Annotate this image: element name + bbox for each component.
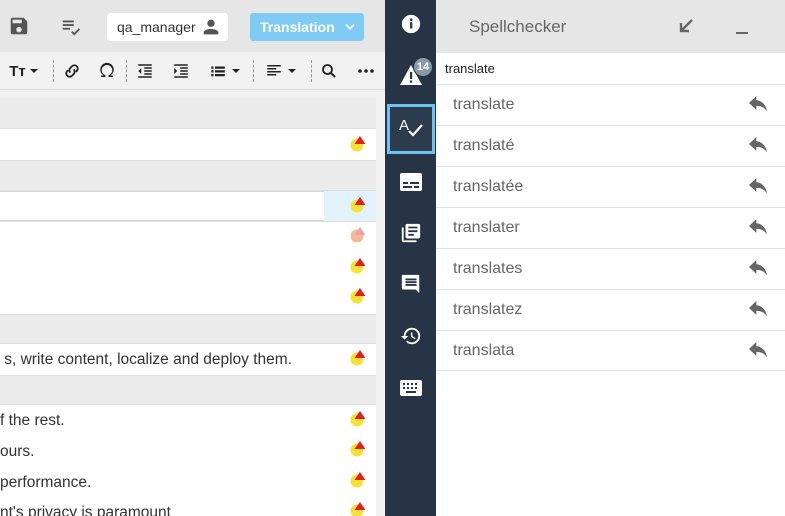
- nav-subtitles[interactable]: [385, 159, 436, 209]
- replace-icon[interactable]: [748, 137, 768, 155]
- format-toolbar: Tт: [0, 52, 385, 90]
- qa-warning-icon[interactable]: [350, 411, 366, 427]
- nav-spellchecker[interactable]: A: [387, 104, 435, 154]
- replace-icon[interactable]: [748, 219, 768, 237]
- toolbar-divider: [253, 60, 254, 82]
- qa-warning-icon[interactable]: [350, 350, 366, 366]
- suggestion-text: translatez: [453, 301, 523, 318]
- replace-icon[interactable]: [748, 178, 768, 196]
- segment-list: s, write content, localize and deploy th…: [0, 98, 376, 516]
- toolbar-divider: [126, 60, 127, 82]
- segment-row-active[interactable]: [0, 191, 376, 222]
- nav-comments[interactable]: [385, 261, 436, 311]
- replace-icon[interactable]: [748, 260, 768, 278]
- editor-pane: qa_manager Translation Tт s, write conte…: [0, 0, 385, 516]
- replace-icon[interactable]: [748, 96, 768, 114]
- qa-warning-icon[interactable]: [350, 136, 366, 152]
- toolbar-divider: [53, 60, 54, 82]
- suggestion-item[interactable]: translate: [436, 84, 785, 125]
- nav-history[interactable]: [385, 313, 436, 363]
- library-icon: [400, 222, 422, 249]
- suggestion-text: translater: [453, 219, 520, 236]
- nav-info[interactable]: [385, 1, 436, 51]
- segment-row[interactable]: f the rest.: [0, 405, 376, 436]
- segment-text: nt's privacy is paramount: [0, 504, 171, 516]
- review-list-icon[interactable]: [57, 13, 85, 39]
- segment-text: f the rest.: [0, 411, 65, 429]
- link-icon[interactable]: [61, 61, 83, 81]
- qa-warning-icon[interactable]: [350, 502, 366, 516]
- suggestion-item[interactable]: translaté: [436, 125, 785, 166]
- dock-arrow-icon[interactable]: [677, 17, 695, 35]
- segment-group-header: [0, 161, 376, 191]
- segment-row[interactable]: [0, 129, 376, 161]
- workflow-mode-label: Translation: [260, 19, 335, 35]
- segment-row[interactable]: s, write content, localize and deploy th…: [0, 344, 376, 376]
- user-menu[interactable]: qa_manager: [107, 13, 228, 41]
- suggestion-item[interactable]: translates: [436, 248, 785, 289]
- suggestion-list: translate translaté translatée translate…: [436, 84, 785, 371]
- suggestion-item[interactable]: translata: [436, 330, 785, 371]
- nav-library[interactable]: [385, 210, 436, 260]
- svg-text:A: A: [399, 117, 409, 134]
- text-format-button[interactable]: Tт: [6, 61, 42, 81]
- panel-title: Spellchecker: [469, 17, 567, 36]
- qa-warning-icon[interactable]: [350, 288, 366, 304]
- segment-group-header: [0, 315, 376, 344]
- segment-group-header: [0, 376, 376, 405]
- username: qa_manager: [117, 19, 196, 35]
- replace-icon[interactable]: [748, 342, 768, 360]
- segment-text: ours.: [0, 442, 35, 460]
- suggestion-item[interactable]: translatée: [436, 166, 785, 207]
- align-button[interactable]: [262, 61, 300, 81]
- comment-icon: [400, 273, 422, 300]
- person-icon: [200, 16, 222, 38]
- toolbar-divider: [311, 60, 312, 82]
- minimize-icon[interactable]: [734, 17, 752, 35]
- qa-count-badge: 14: [413, 57, 433, 77]
- qa-warning-icon[interactable]: [350, 197, 366, 213]
- side-navigation: 14 A: [385, 0, 436, 516]
- suggestion-text: translate: [453, 96, 515, 113]
- workflow-mode-dropdown[interactable]: Translation: [250, 13, 364, 41]
- chevron-down-icon: [343, 20, 357, 34]
- keyboard-icon: [399, 379, 422, 401]
- suggestion-text: translata: [453, 341, 515, 359]
- segment-row[interactable]: [0, 222, 376, 315]
- segment-text: s, write content, localize and deploy th…: [4, 350, 292, 368]
- special-char-icon[interactable]: [96, 61, 118, 81]
- text-format-label: Tт: [9, 62, 26, 80]
- outdent-icon[interactable]: [134, 61, 156, 81]
- segment-text: performance.: [0, 473, 92, 491]
- info-icon: [400, 13, 422, 40]
- segment-row[interactable]: performance.: [0, 467, 376, 498]
- search-icon[interactable]: [318, 61, 340, 81]
- bullet-list-button[interactable]: [206, 61, 244, 81]
- checked-word: translate: [445, 61, 495, 76]
- subtitles-icon: [399, 172, 422, 196]
- indent-icon[interactable]: [170, 61, 192, 81]
- suggestion-item[interactable]: translater: [436, 207, 785, 248]
- spellcheck-icon: A: [398, 115, 424, 144]
- more-options-icon[interactable]: [355, 61, 377, 81]
- segment-group-header: [0, 98, 376, 129]
- panel-header: Spellchecker: [436, 0, 785, 53]
- qa-warning-icon[interactable]: [350, 441, 366, 457]
- qa-warning-icon[interactable]: [350, 258, 366, 274]
- suggestion-text: translatée: [453, 178, 524, 195]
- editor-topbar: qa_manager Translation: [0, 0, 385, 52]
- qa-warning-icon[interactable]: [350, 472, 366, 488]
- suggestion-item[interactable]: translatez: [436, 289, 785, 330]
- spellchecker-panel: Spellchecker translate translate transla…: [436, 0, 785, 516]
- suggestion-text: translates: [453, 260, 523, 277]
- nav-keyboard-shortcuts[interactable]: [385, 365, 436, 415]
- history-icon: [400, 325, 422, 352]
- qa-warning-icon[interactable]: [350, 227, 366, 243]
- segment-row[interactable]: nt's privacy is paramount: [0, 498, 376, 516]
- save-icon[interactable]: [6, 13, 32, 39]
- segment-row[interactable]: ours.: [0, 436, 376, 467]
- replace-icon[interactable]: [748, 301, 768, 319]
- suggestion-text: translaté: [453, 137, 515, 154]
